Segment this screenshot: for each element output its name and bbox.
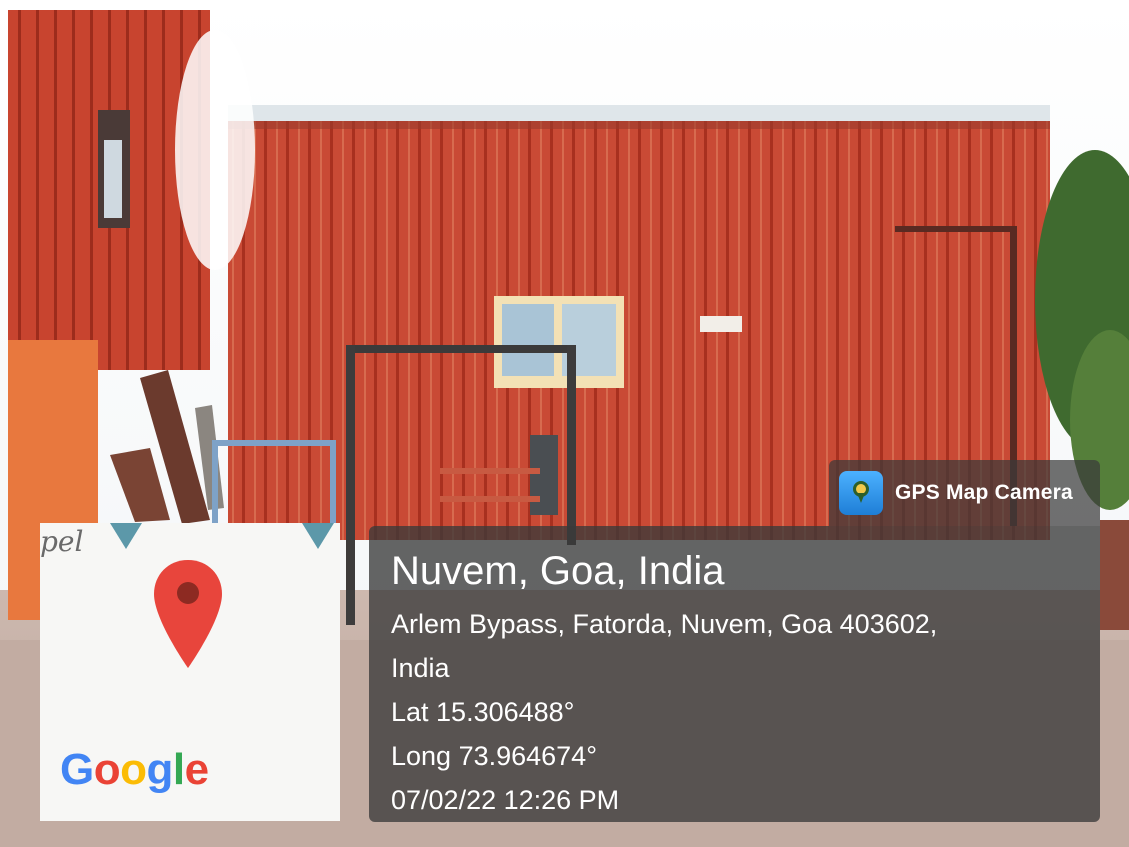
place-title: Nuvem, Goa, India bbox=[391, 549, 725, 593]
google-logo-letter: o bbox=[93, 745, 121, 794]
location-pin-icon bbox=[154, 560, 222, 668]
google-logo: Google bbox=[60, 745, 209, 795]
google-logo-letter: o bbox=[120, 745, 147, 794]
app-badge: GPS Map Camera bbox=[829, 460, 1100, 526]
app-name: GPS Map Camera bbox=[895, 481, 1073, 504]
location-info-panel: Nuvem, Goa, India Arlem Bypass, Fatorda,… bbox=[369, 526, 1100, 822]
address-line-2: India bbox=[391, 653, 450, 683]
google-logo-letter: l bbox=[172, 745, 185, 794]
map-thumbnail: pel Google bbox=[40, 523, 340, 821]
latitude: Lat 15.306488° bbox=[391, 697, 575, 727]
map-marker-icon bbox=[110, 523, 142, 549]
map-marker-icon bbox=[302, 523, 334, 549]
timestamp: 07/02/22 12:26 PM bbox=[391, 785, 620, 815]
address-line-1: Arlem Bypass, Fatorda, Nuvem, Goa 403602… bbox=[391, 609, 938, 639]
longitude: Long 73.964674° bbox=[391, 741, 597, 771]
google-logo-letter: g bbox=[146, 745, 174, 794]
map-place-label: pel bbox=[40, 525, 84, 558]
gps-map-camera-icon bbox=[839, 471, 883, 515]
google-logo-letter: e bbox=[184, 745, 209, 794]
google-logo-letter: G bbox=[60, 745, 94, 794]
